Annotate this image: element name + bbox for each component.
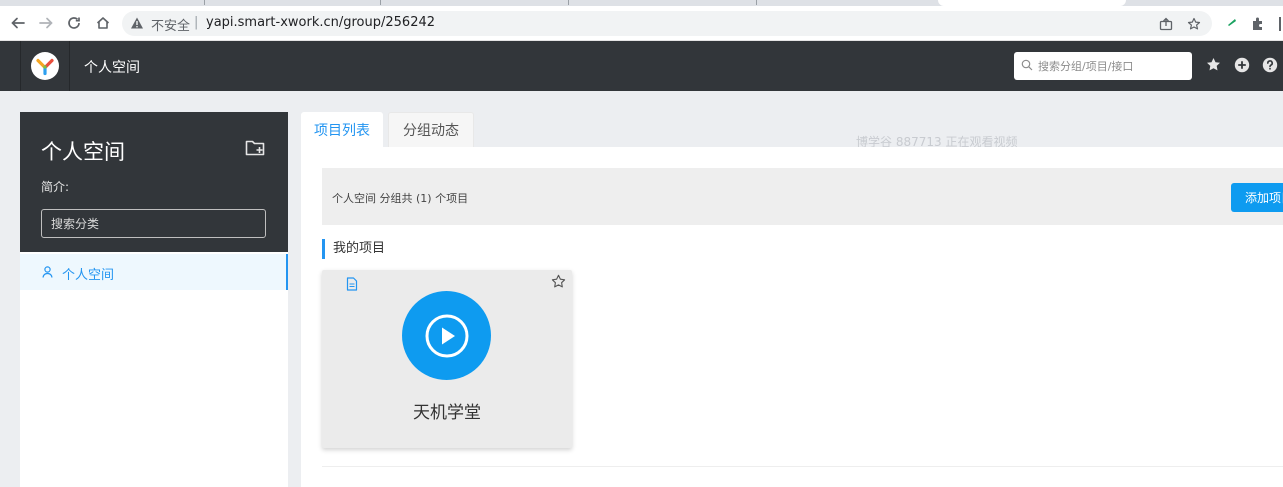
reload-icon	[68, 17, 80, 29]
app-header: 个人空间	[0, 41, 1283, 91]
project-list-panel: 个人空间 分组共 (1) 个项目 添加项目 我的项目 天机学堂	[301, 147, 1283, 487]
project-count-text: 个人空间 分组共 (1) 个项目	[332, 192, 469, 205]
logo-link[interactable]	[20, 41, 70, 91]
category-search[interactable]	[41, 209, 266, 238]
help-circle-icon[interactable]	[1262, 57, 1278, 73]
forward-button[interactable]	[33, 10, 59, 36]
group-name: 个人空间	[41, 140, 125, 164]
add-project-button[interactable]: 添加项目	[1231, 183, 1283, 212]
tab-separator	[756, 0, 757, 5]
group-sidebar: 个人空间 简介: 个人空间	[20, 112, 288, 487]
add-folder-icon[interactable]	[245, 138, 267, 158]
user-icon	[42, 266, 53, 278]
header-search-input[interactable]	[1038, 57, 1186, 75]
my-projects-title: 我的项目	[322, 239, 385, 259]
yapi-logo	[31, 52, 59, 80]
star-outline-icon[interactable]	[551, 274, 566, 289]
warning-triangle-icon	[131, 17, 143, 29]
star-icon[interactable]	[1206, 57, 1221, 72]
divider	[322, 466, 1283, 467]
project-logo	[402, 291, 491, 380]
puzzle-extensions-icon[interactable]	[1251, 16, 1266, 31]
home-button[interactable]	[90, 10, 116, 36]
arrow-right-icon	[39, 17, 53, 29]
project-card[interactable]: 天机学堂	[322, 270, 572, 448]
reload-button[interactable]	[61, 10, 87, 36]
tab-group-activity[interactable]: 分组动态	[388, 112, 474, 147]
home-icon	[96, 17, 110, 29]
document-icon[interactable]	[346, 277, 358, 291]
tab-label: 项目列表	[314, 122, 370, 139]
browser-toolbar: 不安全 | yapi.smart-xwork.cn/group/256242	[0, 6, 1283, 41]
tab-project-list[interactable]: 项目列表	[301, 112, 383, 147]
project-summary-bar: 个人空间 分组共 (1) 个项目 添加项目	[322, 168, 1283, 225]
project-name: 天机学堂	[413, 403, 481, 423]
extension-green-icon[interactable]	[1226, 16, 1238, 28]
category-search-input[interactable]	[42, 210, 251, 237]
address-separator: |	[194, 15, 199, 30]
header-title[interactable]: 个人空间	[84, 57, 140, 77]
address-bar[interactable]: 不安全 | yapi.smart-xwork.cn/group/256242	[122, 11, 1212, 36]
group-info-panel: 个人空间 简介:	[20, 112, 288, 252]
search-icon	[1021, 59, 1033, 71]
sidebar-toggle-icon[interactable]	[1279, 17, 1281, 31]
sidebar-item-personal-space[interactable]: 个人空间	[20, 254, 288, 290]
tab-label: 分组动态	[403, 123, 459, 139]
yapi-logo-icon	[36, 58, 54, 76]
url-text: yapi.smart-xwork.cn/group/256242	[206, 15, 436, 30]
header-search[interactable]	[1014, 52, 1192, 80]
play-circle-icon	[425, 314, 468, 357]
group-intro-label: 简介:	[41, 180, 70, 194]
arrow-left-icon	[11, 17, 25, 29]
add-circle-icon[interactable]	[1234, 57, 1250, 73]
sidebar-item-label: 个人空间	[62, 268, 115, 283]
back-button[interactable]	[5, 10, 31, 36]
share-icon[interactable]	[1159, 17, 1173, 31]
tab-separator	[204, 0, 205, 5]
tab-separator	[568, 0, 569, 5]
insecure-label: 不安全	[151, 19, 191, 34]
tab-separator	[380, 0, 381, 5]
bookmark-star-icon[interactable]	[1187, 17, 1201, 31]
